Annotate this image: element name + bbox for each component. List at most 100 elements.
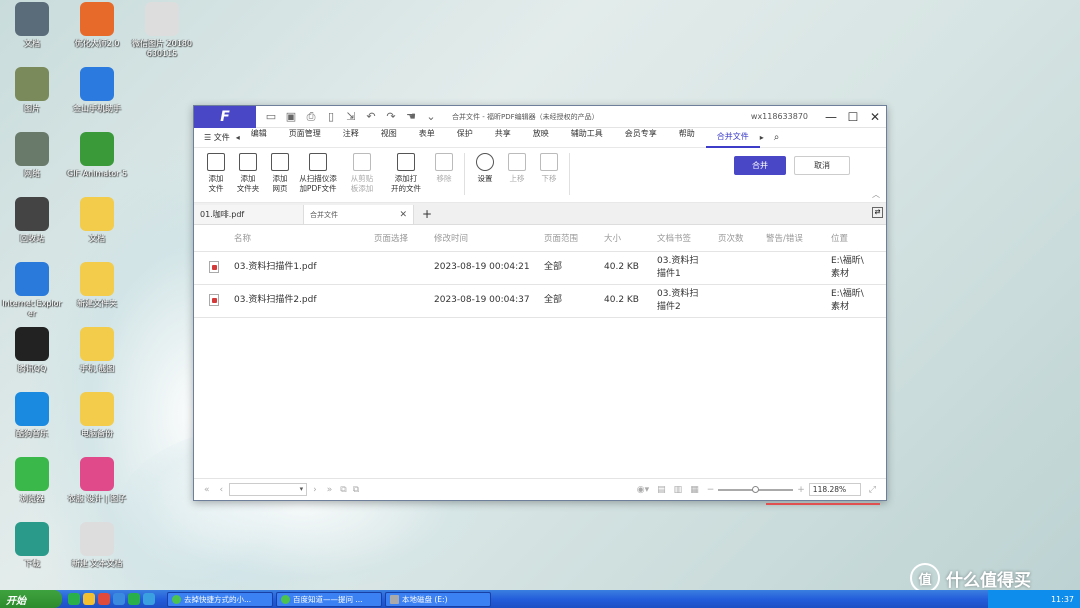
table-row[interactable]: 03.资料扫描件2.pdf 2023-08-19 00:04:37 全部 40.… (194, 284, 886, 318)
zoom-out-icon[interactable]: − (707, 485, 715, 495)
maximize-button[interactable]: ☐ (842, 110, 864, 124)
export-icon[interactable]: ⇲ (344, 110, 358, 123)
file-menu[interactable]: ☰ 文件 (194, 132, 236, 143)
redo-icon[interactable]: ↷ (384, 110, 398, 123)
col-page-select[interactable]: 页面选择 (374, 225, 434, 252)
tab-menu-6[interactable]: 共享 (484, 128, 522, 148)
tab-menu-7[interactable]: 放映 (522, 128, 560, 148)
next-page-icon[interactable]: › (313, 485, 317, 495)
quick-launch-media-icon[interactable] (128, 593, 140, 605)
desktop-icon[interactable]: 微信图片 20180630115 (130, 2, 194, 59)
last-page-icon[interactable]: » (327, 485, 333, 495)
two-page-icon[interactable]: ⧉ (353, 485, 359, 495)
page-selection[interactable] (374, 284, 434, 318)
desktop-icon[interactable]: Internet Explorer (0, 262, 64, 319)
desktop-icon[interactable]: 图片 (0, 67, 64, 114)
ribbon-button[interactable]: 下移 (533, 153, 565, 184)
hand-tool-icon[interactable]: ☚ (404, 110, 418, 123)
clock[interactable]: 11:37 (1051, 595, 1074, 604)
search-icon[interactable]: ⌕ (774, 132, 780, 143)
taskbar-item[interactable]: 本地磁盘 (E:) (385, 591, 491, 607)
desktop-icon[interactable]: GIF Animator 5 (65, 132, 129, 179)
tab-document[interactable]: 01.咖啡.pdf (194, 205, 304, 224)
ribbon-button[interactable]: 添加打 开的文件 (384, 153, 428, 194)
tab-merge-files[interactable]: 合并文件 ✕ (304, 205, 414, 224)
col-range[interactable]: 页面范围 (544, 225, 604, 252)
desktop-icon[interactable]: 新建 文本文档 (65, 522, 129, 569)
undo-icon[interactable]: ↶ (364, 110, 378, 123)
facing-page-icon[interactable]: ▦ (690, 485, 699, 495)
page-icon[interactable]: ▯ (324, 110, 338, 123)
fullscreen-icon[interactable]: ⤢ (869, 485, 876, 495)
zoom-level-input[interactable]: 118.28% (808, 483, 861, 496)
cancel-button[interactable]: 取消 (794, 156, 850, 175)
panel-toggle-icon[interactable]: ⇄ (872, 207, 883, 218)
app-logo[interactable]: F (194, 105, 256, 128)
tab-menu-3[interactable]: 视图 (370, 128, 408, 148)
close-tab-icon[interactable]: ✕ (399, 210, 407, 220)
scroll-right-icon[interactable]: ▸ (760, 133, 764, 142)
view-mode-icon[interactable]: ◉▾ (637, 485, 649, 495)
desktop-icon[interactable]: 手机 截图 (65, 327, 129, 374)
col-size[interactable]: 大小 (604, 225, 657, 252)
col-warnings[interactable]: 警告/错误 (766, 225, 831, 252)
minimize-button[interactable]: — (820, 110, 842, 124)
tab-menu-4[interactable]: 表单 (408, 128, 446, 148)
tab-menu-8[interactable]: 辅助工具 (560, 128, 614, 148)
user-account[interactable]: wx118633870 (751, 112, 808, 121)
col-page-count[interactable]: 页次数 (718, 225, 766, 252)
print-icon[interactable]: ⎙ (304, 110, 318, 124)
ribbon-button[interactable]: 移除 (428, 153, 460, 184)
quick-launch-ie-icon[interactable] (113, 593, 125, 605)
desktop-icon[interactable]: 网络 (0, 132, 64, 179)
zoom-slider[interactable] (718, 485, 794, 493)
page-selection[interactable] (374, 251, 434, 285)
close-button[interactable]: ✕ (864, 110, 886, 124)
quick-launch-browser-icon[interactable] (68, 593, 80, 605)
desktop-icon[interactable]: 新建文件夹 (65, 262, 129, 309)
new-tab-button[interactable]: + (422, 205, 432, 224)
zoom-in-icon[interactable]: + (797, 485, 805, 495)
tab-menu-0[interactable]: 编辑 (240, 128, 278, 148)
taskbar-item[interactable]: 去掉快捷方式的小... (167, 591, 273, 607)
tab-menu-2[interactable]: 注释 (332, 128, 370, 148)
desktop-icon[interactable]: 浏览器 (0, 457, 64, 504)
quick-launch-qq-icon[interactable] (143, 593, 155, 605)
page-number-input[interactable]: ▾ (229, 483, 308, 496)
customize-icon[interactable]: ⌄ (424, 110, 438, 123)
open-icon[interactable]: ▭ (264, 110, 278, 123)
desktop-icon[interactable]: 文档 (0, 2, 64, 49)
single-page-icon[interactable]: ▤ (657, 485, 666, 495)
ribbon-button[interactable]: 从剪贴 板添加 (340, 153, 384, 194)
ribbon-button[interactable]: 添加 文件夹 (232, 153, 264, 194)
page-range[interactable]: 全部 (544, 251, 604, 285)
desktop-icon[interactable]: 回收站 (0, 197, 64, 244)
col-name[interactable]: 名称 (234, 225, 374, 252)
desktop-icon[interactable]: 文档 (65, 197, 129, 244)
ribbon-button[interactable]: 设置 (469, 153, 501, 184)
ribbon-button[interactable]: 上移 (501, 153, 533, 184)
copy-page-icon[interactable]: ⧉ (340, 485, 346, 495)
start-button[interactable]: 开始 (0, 590, 62, 608)
first-page-icon[interactable]: « (204, 485, 210, 495)
tab-menu-5[interactable]: 保护 (446, 128, 484, 148)
col-modified[interactable]: 修改时间 (434, 225, 544, 252)
desktop-icon[interactable]: 酷狗音乐 (0, 392, 64, 439)
desktop-icon[interactable]: 电脑备份 (65, 392, 129, 439)
col-location[interactable]: 位置 (831, 225, 886, 252)
col-bookmark[interactable]: 文档书签 (657, 225, 718, 252)
prev-page-icon[interactable]: ‹ (220, 485, 224, 495)
desktop-icon[interactable]: 金山手机助手 (65, 67, 129, 114)
taskbar-item[interactable]: 百度知道——提问 ... (276, 591, 382, 607)
continuous-page-icon[interactable]: ▥ (674, 485, 683, 495)
page-range[interactable]: 全部 (544, 284, 604, 318)
save-icon[interactable]: ▣ (284, 110, 298, 123)
merge-button[interactable]: 合并 (734, 156, 786, 175)
tab-menu-10[interactable]: 帮助 (668, 128, 706, 148)
collapse-ribbon-icon[interactable]: ︿ (872, 189, 880, 200)
desktop-icon[interactable]: 衣服 设计 | 图子 (65, 457, 129, 504)
ribbon-button[interactable]: 从扫描仪添 加PDF文件 (296, 153, 340, 194)
quick-launch-folder-icon[interactable] (83, 593, 95, 605)
zoom-slider-knob[interactable] (752, 485, 760, 493)
table-row[interactable]: 03.资料扫描件1.pdf 2023-08-19 00:04:21 全部 40.… (194, 251, 886, 285)
